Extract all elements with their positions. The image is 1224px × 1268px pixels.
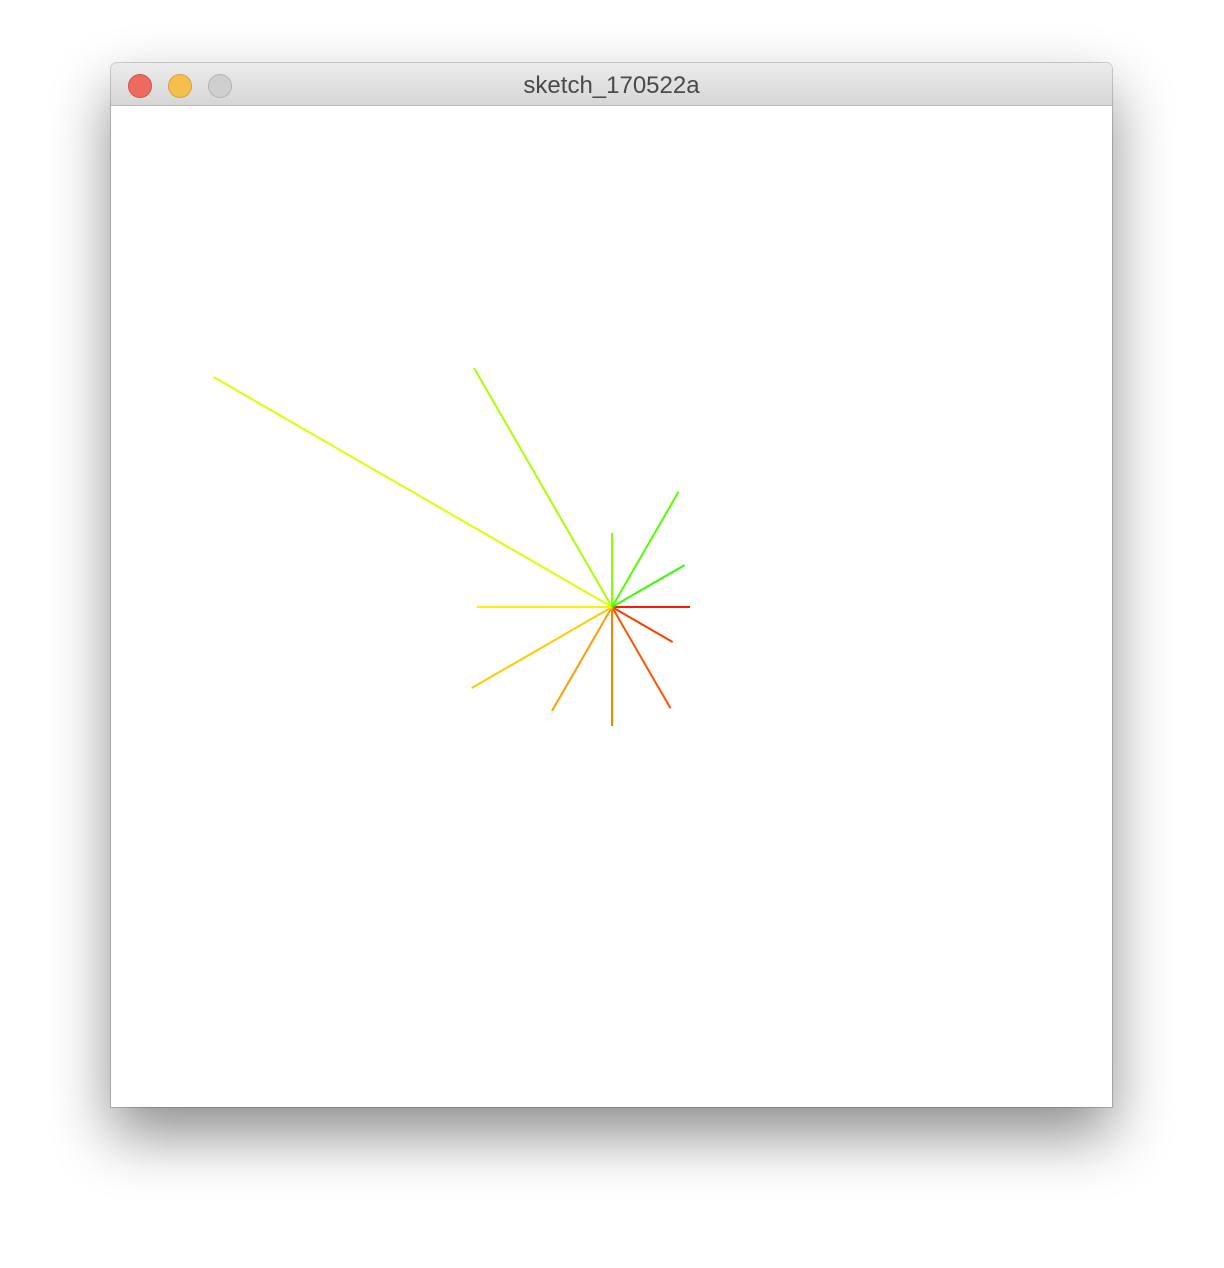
- sketch-ray-10: [611, 491, 680, 608]
- window-title: sketch_170522a: [523, 72, 700, 99]
- sketch-ray-2: [611, 606, 672, 709]
- sketch-ray-4: [551, 606, 613, 712]
- sketch-ray-5: [471, 606, 613, 689]
- sketch-ray-11: [611, 564, 686, 608]
- sketch-ray-8: [473, 367, 613, 608]
- sketch-window: sketch_170522a: [111, 63, 1112, 1107]
- sketch-ray-7: [213, 376, 613, 608]
- sketch-canvas[interactable]: [111, 107, 1112, 1107]
- sketch-drawing: [213, 367, 690, 726]
- title-bar[interactable]: sketch_170522a: [111, 63, 1112, 106]
